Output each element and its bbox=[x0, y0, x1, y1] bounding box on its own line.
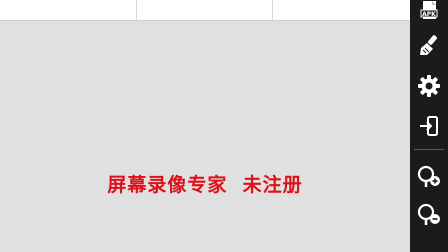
zoom-out-button[interactable] bbox=[410, 196, 448, 232]
clean-button[interactable] bbox=[410, 28, 448, 64]
apk-icon-label: APK bbox=[422, 11, 436, 18]
side-toolbar: APK bbox=[410, 0, 448, 252]
table-cell bbox=[137, 0, 273, 20]
unregistered-watermark: 屏幕录像专家 未注册 bbox=[107, 174, 303, 196]
exit-icon bbox=[420, 116, 438, 136]
app-window: 屏幕录像专家 未注册 APK bbox=[0, 0, 448, 252]
gear-icon bbox=[418, 75, 440, 97]
zoom-in-icon bbox=[417, 165, 440, 187]
table-cell bbox=[0, 0, 137, 20]
toolbar-divider bbox=[414, 149, 444, 150]
zoom-in-button[interactable] bbox=[410, 158, 448, 194]
top-table-strip bbox=[0, 0, 410, 21]
main-content-area: 屏幕录像专家 未注册 bbox=[0, 0, 410, 252]
apk-icon: APK bbox=[420, 1, 438, 19]
install-apk-button[interactable]: APK bbox=[410, 0, 448, 24]
zoom-out-icon bbox=[417, 203, 440, 225]
exit-button[interactable] bbox=[410, 108, 448, 144]
broom-icon bbox=[420, 35, 438, 55]
settings-button[interactable] bbox=[410, 68, 448, 104]
table-cell bbox=[273, 0, 410, 20]
